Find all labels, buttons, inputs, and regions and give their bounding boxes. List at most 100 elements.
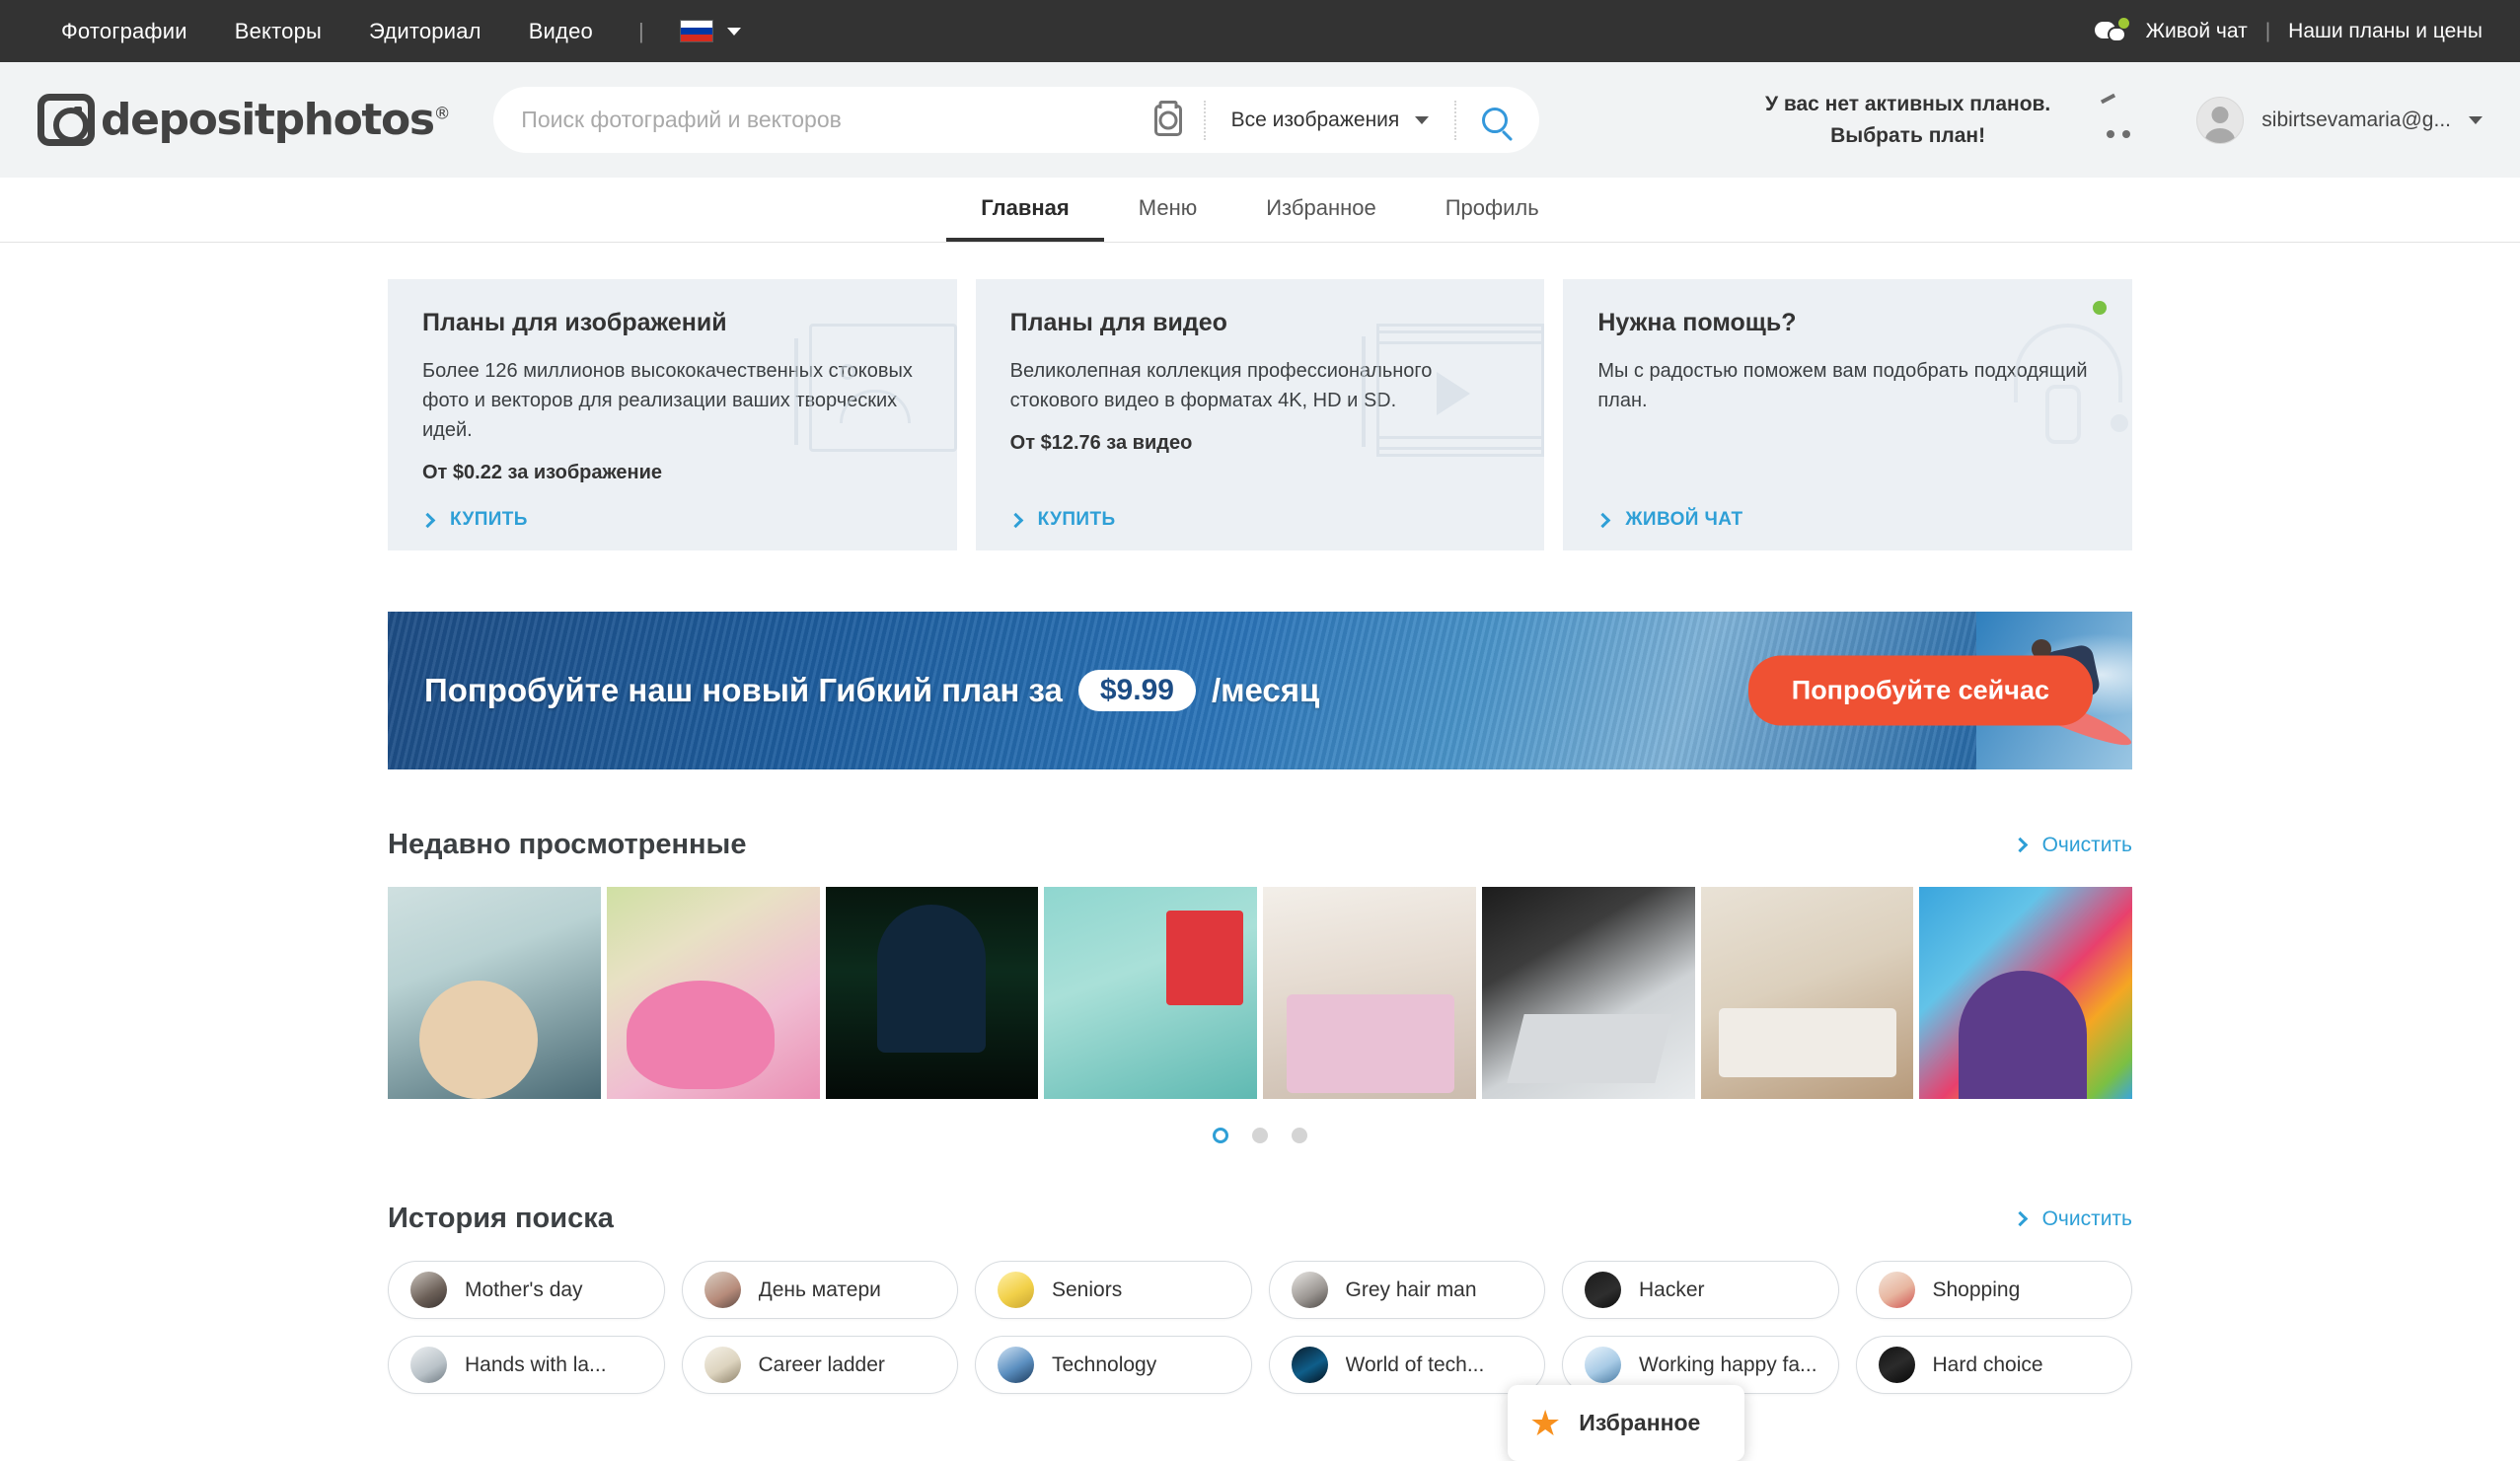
- top-nav-editorial[interactable]: Эдиториал: [345, 19, 505, 44]
- search-type-value: Все изображения: [1230, 108, 1400, 131]
- thumbnail-seniors-group-laughing[interactable]: [606, 887, 820, 1099]
- tab-home[interactable]: Главная: [946, 178, 1104, 242]
- banner-text-after: /месяц: [1211, 672, 1320, 708]
- search-tag-technology[interactable]: Technology: [975, 1336, 1252, 1394]
- try-now-button[interactable]: Попробуйте сейчас: [1747, 655, 2093, 726]
- recently-viewed-title: Недавно просмотренные: [388, 829, 747, 860]
- search-tag-den-materi[interactable]: День матери: [681, 1261, 958, 1319]
- search-bar: Все изображения: [493, 87, 1540, 153]
- carousel-dot-3[interactable]: [1292, 1128, 1307, 1143]
- card-cta-live-chat[interactable]: ЖИВОЙ ЧАТ: [1595, 509, 1743, 531]
- cart-icon[interactable]: [2098, 93, 2143, 140]
- headset-icon: [2004, 324, 2132, 472]
- search-tag-world-of-technology[interactable]: World of tech...: [1268, 1336, 1545, 1394]
- search-input[interactable]: [521, 107, 1133, 133]
- search-submit-button[interactable]: [1456, 107, 1529, 133]
- search-tag-shopping[interactable]: Shopping: [1855, 1261, 2132, 1319]
- thumbnail-women-with-shopping-bags[interactable]: [1263, 887, 1476, 1099]
- card-cta-label: КУПИТЬ: [1037, 509, 1116, 530]
- logo-wordmark: depositphotos®: [101, 95, 451, 145]
- card-cta-buy[interactable]: КУПИТЬ: [1007, 509, 1116, 531]
- search-type-select[interactable]: Все изображения: [1206, 109, 1455, 132]
- tag-row: Mother's day День матери Seniors Grey ha…: [388, 1261, 2132, 1319]
- carousel-dot-2[interactable]: [1252, 1128, 1268, 1143]
- depositphotos-logo[interactable]: depositphotos®: [37, 94, 451, 146]
- tab-favorites[interactable]: Избранное: [1231, 178, 1411, 242]
- page-content: Планы для изображений Более 126 миллионо…: [0, 243, 2520, 1394]
- chevron-down-icon[interactable]: [2469, 115, 2483, 124]
- tag-label: Shopping: [1932, 1278, 2021, 1301]
- tab-menu[interactable]: Меню: [1104, 178, 1231, 242]
- tag-label: Technology: [1052, 1352, 1157, 1376]
- recently-viewed-thumbnails: [388, 887, 2132, 1099]
- live-chat-link[interactable]: Живой чат: [2146, 20, 2248, 43]
- card-image-plans[interactable]: Планы для изображений Более 126 миллионо…: [388, 279, 957, 550]
- tag-label: Seniors: [1052, 1278, 1123, 1301]
- film-strip-icon: [1362, 324, 1545, 457]
- card-video-plans[interactable]: Планы для видео Великолепная коллекция п…: [975, 279, 1545, 550]
- recently-viewed-clear-button[interactable]: Очистить: [2012, 833, 2132, 857]
- search-history-clear-button[interactable]: Очистить: [2012, 1207, 2132, 1231]
- tag-label: Hard choice: [1932, 1352, 2043, 1376]
- tag-row: Hands with la... Career ladder Technolog…: [388, 1336, 2132, 1394]
- tag-label: Mother's day: [465, 1278, 583, 1301]
- plans-pricing-link[interactable]: Наши планы и цены: [2288, 20, 2483, 43]
- chevron-right-icon: [2012, 837, 2028, 853]
- flexible-plan-banner[interactable]: Попробуйте наш новый Гибкий план за $9.9…: [388, 612, 2132, 769]
- no-active-plans-notice[interactable]: У вас нет активных планов. Выбрать план!: [1765, 89, 2098, 151]
- search-tag-seniors[interactable]: Seniors: [975, 1261, 1252, 1319]
- live-chat-icon[interactable]: [2094, 17, 2132, 45]
- card-cta-label: КУПИТЬ: [450, 509, 528, 530]
- tag-label: Hacker: [1639, 1278, 1705, 1301]
- chevron-right-icon: [1595, 512, 1611, 528]
- search-tag-mothers-day[interactable]: Mother's day: [388, 1261, 665, 1319]
- user-email-label: sibirtsevamaria@g...: [2261, 108, 2451, 131]
- search-tag-hands-with-laptop[interactable]: Hands with la...: [388, 1336, 665, 1394]
- chevron-right-icon: [1007, 512, 1023, 528]
- card-cta-label: ЖИВОЙ ЧАТ: [1625, 509, 1743, 530]
- russia-flag-icon[interactable]: [679, 20, 713, 42]
- carousel-dot-1[interactable]: [1213, 1128, 1228, 1143]
- thumbnail-hacker-hooded-figure[interactable]: [825, 887, 1039, 1099]
- thumbnail-senior-couple-smiling[interactable]: [388, 887, 601, 1099]
- image-placeholder-icon: [793, 324, 957, 452]
- thumbnail-hands-typing-keyboard[interactable]: [1700, 887, 1914, 1099]
- card-cta-buy[interactable]: КУПИТЬ: [419, 509, 528, 531]
- clear-label: Очистить: [2041, 833, 2132, 856]
- avatar: [2196, 96, 2245, 144]
- banner-price-badge: $9.99: [1077, 670, 1196, 711]
- tag-label: День матери: [758, 1278, 881, 1301]
- tab-profile[interactable]: Профиль: [1411, 178, 1574, 242]
- thumbnail-hands-holding-tablet-shoe-sale[interactable]: [1044, 887, 1257, 1099]
- search-icon: [1482, 107, 1509, 133]
- search-tag-career-ladder[interactable]: Career ladder: [681, 1336, 958, 1394]
- tag-label: Hands with la...: [465, 1352, 607, 1376]
- banner-headline: Попробуйте наш новый Гибкий план за $9.9…: [424, 670, 1319, 711]
- search-tag-hard-choice[interactable]: Hard choice: [1855, 1336, 2132, 1394]
- user-account-menu[interactable]: sibirtsevamaria@g...: [2196, 96, 2483, 144]
- tag-label: Working happy fa...: [1639, 1352, 1816, 1376]
- top-navigation-bar: Фотографии Векторы Эдиториал Видео | Жив…: [0, 0, 2520, 62]
- search-tag-hacker[interactable]: Hacker: [1562, 1261, 1839, 1319]
- top-nav-vectors[interactable]: Векторы: [211, 19, 345, 44]
- top-nav-links: Фотографии Векторы Эдиториал Видео |: [37, 19, 741, 44]
- recently-viewed-header: Недавно просмотренные Очистить: [388, 829, 2132, 861]
- top-nav-video[interactable]: Видео: [505, 19, 617, 44]
- chevron-down-icon: [1415, 115, 1430, 124]
- card-need-help[interactable]: Нужна помощь? Мы с радостью поможем вам …: [1563, 279, 2133, 550]
- search-history-title: История поиска: [388, 1203, 614, 1234]
- thumbnail-hands-on-laptop-desk[interactable]: [1481, 887, 1695, 1099]
- top-nav-photos[interactable]: Фотографии: [37, 19, 211, 44]
- camera-search-icon[interactable]: [1153, 104, 1182, 136]
- tag-thumbnail: [998, 1347, 1034, 1383]
- thumbnail-colorful-powder-portrait[interactable]: [1919, 887, 2132, 1099]
- tag-label: World of tech...: [1345, 1352, 1485, 1376]
- search-tag-grey-hair-man[interactable]: Grey hair man: [1268, 1261, 1545, 1319]
- chevron-down-icon[interactable]: [726, 27, 741, 36]
- chevron-right-icon: [419, 512, 436, 528]
- top-nav-right: Живой чат | Наши планы и цены: [2094, 17, 2483, 45]
- carousel-pagination: [388, 1128, 2132, 1143]
- main-tabs: Главная Меню Избранное Профиль: [0, 178, 2520, 243]
- chevron-right-icon: [2012, 1210, 2028, 1227]
- online-status-indicator: [2093, 301, 2108, 315]
